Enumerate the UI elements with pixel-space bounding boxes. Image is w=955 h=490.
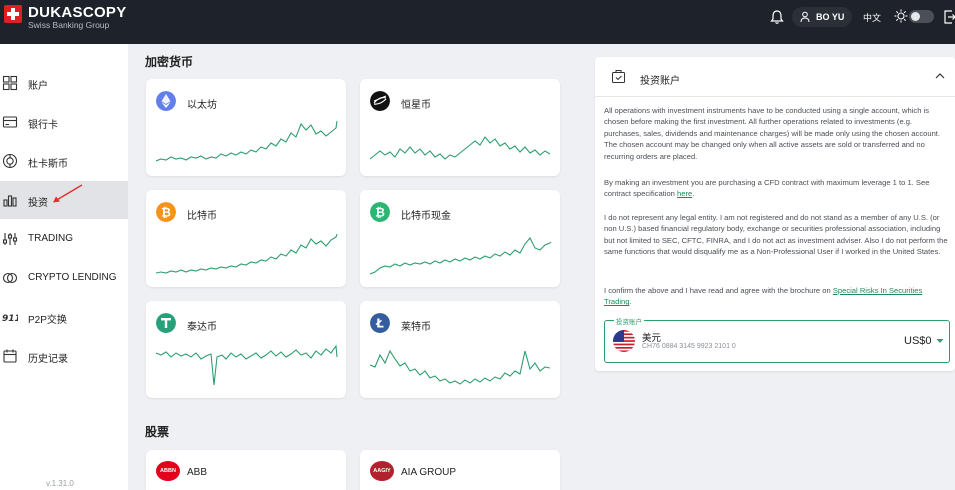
svg-text:911: 911 — [2, 314, 18, 324]
logout-icon[interactable] — [943, 9, 955, 25]
tether-icon — [156, 313, 176, 333]
price-sparkline — [370, 237, 552, 275]
sidebar-item-p2p[interactable]: 911 P2P交换 — [0, 298, 128, 336]
panel-title: 投资账户 — [640, 76, 680, 87]
disclaimer-confirm-text: I confirm the above and I have read and … — [604, 286, 833, 295]
chevron-up-icon[interactable] — [935, 72, 945, 80]
crypto-section-title: 加密货币 — [145, 55, 194, 69]
sidebar-item-history[interactable]: 历史记录 — [0, 337, 128, 375]
stellar-icon — [370, 91, 390, 111]
grid-icon — [2, 75, 18, 91]
account-balance: US$0 — [904, 335, 932, 347]
investment-account-panel: 投资账户 All operations with investment inst… — [595, 57, 955, 371]
brand-name: DUKASCOPY — [28, 4, 127, 21]
sidebar-item-label: 银行卡 — [28, 120, 58, 131]
app-version: v.1.31.0 — [46, 479, 74, 488]
sidebar-item-label: 账户 — [28, 81, 48, 92]
language-selector[interactable]: 中文 — [863, 11, 881, 24]
crypto-card-stellar[interactable]: 恒星币 — [360, 79, 560, 176]
crypto-card-bitcoin-cash[interactable]: ₿ 比特币现金 — [360, 190, 560, 287]
crypto-card-litecoin[interactable]: Ł 莱特币 — [360, 301, 560, 398]
swiss-cross-logo-icon — [4, 5, 22, 23]
sliders-icon — [2, 233, 18, 245]
crypto-card-bitcoin[interactable]: ₿ 比特币 — [146, 190, 346, 287]
us-flag-icon — [613, 330, 635, 352]
disclaimer-cfd-end: . — [692, 189, 695, 199]
disclaimer-confirm: I confirm the above and I have read and … — [604, 285, 950, 308]
price-sparkline — [156, 120, 338, 162]
sidebar-item-dukascoin[interactable]: 杜卡斯币 — [0, 142, 128, 180]
sidebar-item-label: TRADING — [28, 233, 73, 244]
crypto-name: 泰达币 — [187, 322, 217, 333]
person-icon — [800, 11, 810, 23]
disclaimer-cfd-text: By making an investment you are purchasi… — [604, 178, 930, 199]
sidebar-item-accounts[interactable]: 账户 — [0, 64, 128, 102]
user-name: BO YU — [816, 12, 845, 22]
disclaimer-cfd: By making an investment you are purchasi… — [604, 177, 950, 200]
briefcase-check-icon — [612, 70, 625, 83]
bitcoin-icon: ₿ — [156, 202, 176, 222]
bitcoin-cash-icon: ₿ — [370, 202, 390, 222]
crypto-card-ethereum[interactable]: 以太坊 — [146, 79, 346, 176]
stocks-section-title: 股票 — [145, 425, 170, 439]
crypto-name: 比特币 — [187, 211, 217, 222]
investment-account-select[interactable]: 投资账户 美元 CH76 0884 3145 9923 2101 0 US$0 — [604, 316, 950, 363]
svg-text:Ł: Ł — [375, 317, 384, 331]
crypto-name: 莱特币 — [401, 322, 431, 333]
account-select-legend: 投资账户 — [614, 316, 644, 326]
sidebar-item-label: P2P交换 — [28, 315, 67, 326]
svg-text:₿: ₿ — [375, 206, 385, 220]
crypto-name: 比特币现金 — [401, 211, 451, 222]
sidebar: 账户 银行卡 杜卡斯币 投资 TRADING CRYPTO LENDING 91… — [0, 44, 128, 490]
litecoin-icon: Ł — [370, 313, 390, 333]
brand-subtitle: Swiss Banking Group — [28, 20, 110, 30]
top-bar: DUKASCOPY Swiss Banking Group BO YU 中文 — [0, 0, 955, 44]
bell-icon[interactable] — [769, 9, 785, 25]
bar-chart-icon — [3, 195, 17, 207]
theme-toggle[interactable] — [909, 10, 934, 23]
coin-icon — [2, 153, 18, 169]
price-sparkline — [370, 136, 551, 160]
contract-spec-link[interactable]: here — [677, 189, 692, 198]
crypto-card-tether[interactable]: 泰达币 — [146, 301, 346, 398]
stock-name: ABB — [187, 467, 208, 478]
user-menu-button[interactable]: BO YU — [792, 7, 852, 27]
sidebar-item-label: 历史记录 — [28, 354, 68, 365]
sidebar-item-crypto-lending[interactable]: CRYPTO LENDING — [0, 259, 128, 297]
svg-text:₿: ₿ — [161, 206, 171, 220]
lending-icon — [2, 272, 18, 284]
aia-logo-icon: AAGIY — [370, 461, 394, 481]
caret-down-icon[interactable] — [936, 338, 944, 344]
sidebar-item-trading[interactable]: TRADING — [0, 220, 128, 258]
stock-card-aia-group[interactable]: AAGIY AIA GROUP — [360, 450, 560, 490]
stock-name: AIA GROUP — [401, 467, 457, 478]
disclaimer-single-account: All operations with investment instrumen… — [604, 106, 941, 161]
sidebar-item-bank-card[interactable]: 银行卡 — [0, 103, 128, 141]
panel-header[interactable]: 投资账户 — [595, 57, 955, 97]
ethereum-icon — [156, 91, 176, 111]
account-currency: 美元 — [642, 333, 662, 344]
account-iban: CH76 0884 3145 9923 2101 0 — [642, 343, 736, 350]
sidebar-item-label: CRYPTO LENDING — [28, 272, 117, 283]
crypto-name: 以太坊 — [187, 100, 217, 111]
abb-logo-icon: ABBN — [156, 461, 180, 481]
price-sparkline — [370, 349, 551, 385]
price-sparkline — [156, 344, 338, 386]
p2p-icon: 911 — [2, 314, 18, 324]
disclaimer-non-professional: I do not represent any legal entity. I a… — [604, 213, 948, 257]
price-sparkline — [156, 233, 338, 274]
disclaimer-confirm-end: . — [629, 297, 632, 307]
crypto-name: 恒星币 — [401, 100, 431, 111]
sun-icon — [894, 9, 908, 23]
sidebar-item-label: 杜卡斯币 — [28, 159, 68, 170]
stock-card-abb[interactable]: ABBN ABB — [146, 450, 346, 490]
sidebar-item-label: 投资 — [28, 198, 48, 209]
calendar-icon — [3, 349, 17, 363]
red-arrow-annotation-icon — [53, 184, 83, 203]
card-icon — [2, 116, 18, 128]
